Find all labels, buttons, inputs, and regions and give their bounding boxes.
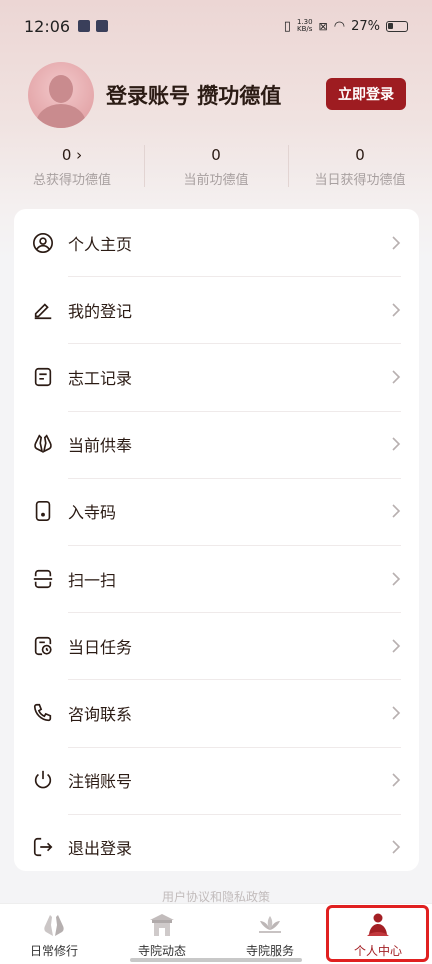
menu-item-contact[interactable]: 咨询联系 bbox=[32, 679, 401, 746]
chevron-right-icon bbox=[392, 639, 401, 653]
chevron-right-icon bbox=[392, 303, 401, 317]
profile-title[interactable]: 登录账号 攒功德值 bbox=[106, 80, 281, 110]
temple-icon bbox=[150, 914, 174, 936]
stat-total-merit[interactable]: 0 › 总获得功德值 bbox=[0, 143, 144, 193]
user-circle-icon bbox=[32, 232, 54, 254]
mail-app-icon bbox=[96, 20, 109, 32]
login-button[interactable]: 立即登录 bbox=[326, 78, 406, 110]
stat-today-merit: 0 当日获得功德值 bbox=[288, 143, 432, 193]
menu-item-cancel-account[interactable]: 注销账号 bbox=[32, 746, 401, 814]
tab-label: 寺院服务 bbox=[245, 944, 294, 958]
tab-label: 日常修行 bbox=[29, 944, 78, 958]
tab-temple-services[interactable]: 寺院服务 bbox=[216, 904, 324, 964]
menu-label: 当前供奉 bbox=[68, 436, 133, 456]
tab-temple-news[interactable]: 寺院动态 bbox=[108, 904, 216, 964]
stat-label: 总获得功德值 bbox=[32, 173, 111, 188]
edit-icon bbox=[32, 299, 54, 321]
scan-icon bbox=[32, 568, 54, 590]
chevron-right-icon bbox=[392, 571, 401, 586]
tab-personal-center[interactable]: 个人中心 bbox=[324, 904, 432, 964]
stat-label: 当日获得功德值 bbox=[314, 173, 406, 188]
status-bar: 12:06 ▯ 1.30 KB/s ⊠ ◠ 27% bbox=[0, 0, 432, 52]
bottom-tab-bar: 日常修行 寺院动态 寺院服务 个人中心 bbox=[0, 903, 432, 964]
chevron-right-icon bbox=[392, 236, 401, 250]
stat-current-merit: 0 当前功德值 bbox=[144, 143, 288, 193]
power-icon bbox=[32, 769, 54, 791]
phone-code-icon bbox=[32, 500, 54, 522]
menu-label: 志工记录 bbox=[68, 368, 133, 388]
profile-header: 登录账号 攒功德值 立即登录 bbox=[28, 62, 408, 128]
chevron-right-icon bbox=[392, 504, 401, 518]
tab-label: 寺院动态 bbox=[137, 944, 186, 958]
menu-item-current-offering[interactable]: 当前供奉 bbox=[32, 410, 401, 478]
battery-icon bbox=[386, 20, 408, 32]
home-indicator bbox=[130, 958, 302, 962]
menu-label: 退出登录 bbox=[68, 839, 133, 859]
chevron-right-icon bbox=[392, 437, 401, 451]
menu-item-logout[interactable]: 退出登录 bbox=[32, 813, 401, 881]
task-clock-icon bbox=[32, 635, 54, 657]
tab-highlight-box bbox=[326, 905, 429, 962]
menu-item-scan[interactable]: 扫一扫 bbox=[32, 544, 401, 612]
menu-label: 我的登记 bbox=[68, 301, 133, 321]
sim-icon: ⊠ bbox=[318, 19, 328, 33]
note-icon bbox=[32, 366, 54, 388]
menu-item-temple-code[interactable]: 入寺码 bbox=[32, 477, 401, 545]
menu-item-homepage[interactable]: 个人主页 bbox=[32, 209, 401, 276]
menu-item-my-registration[interactable]: 我的登记 bbox=[32, 276, 401, 343]
chevron-right-icon bbox=[392, 370, 401, 384]
play-app-icon bbox=[78, 20, 91, 32]
status-time: 12:06 bbox=[24, 16, 71, 36]
vibrate-icon: ▯ bbox=[283, 18, 291, 34]
chevron-right-icon bbox=[392, 773, 401, 787]
stat-label: 当前功德值 bbox=[183, 173, 249, 188]
stat-value: 0 › bbox=[61, 146, 83, 164]
menu-label: 咨询联系 bbox=[68, 704, 133, 724]
lotus-icon bbox=[259, 916, 281, 933]
menu-item-volunteer-records[interactable]: 志工记录 bbox=[32, 343, 401, 410]
avatar[interactable] bbox=[28, 62, 94, 128]
praying-hands-icon bbox=[32, 433, 54, 455]
chevron-right-icon bbox=[392, 706, 401, 720]
tab-daily-practice[interactable]: 日常修行 bbox=[0, 904, 108, 964]
wifi-icon: ◠ bbox=[333, 18, 346, 34]
stat-value: 0 bbox=[211, 146, 221, 164]
menu-card: 个人主页 我的登记 志工记录 当前供奉 入寺码 扫一扫 当日任务 咨询联系 注销… bbox=[14, 209, 419, 871]
menu-label: 注销账号 bbox=[68, 772, 133, 792]
menu-label: 个人主页 bbox=[68, 234, 133, 254]
stat-value: 0 bbox=[355, 146, 365, 164]
praying-hands-icon bbox=[44, 915, 64, 936]
logout-icon bbox=[32, 836, 54, 858]
menu-item-daily-tasks[interactable]: 当日任务 bbox=[32, 612, 401, 679]
menu-label: 扫一扫 bbox=[68, 570, 117, 590]
battery-percent: 27% bbox=[351, 18, 380, 34]
chevron-right-icon bbox=[392, 840, 401, 854]
merit-stats: 0 › 总获得功德值 0 当前功德值 0 当日获得功德值 bbox=[0, 143, 432, 193]
net-speed: 1.30 KB/s bbox=[296, 18, 313, 33]
menu-label: 当日任务 bbox=[68, 637, 133, 657]
phone-icon bbox=[32, 702, 54, 724]
menu-label: 入寺码 bbox=[68, 503, 117, 523]
